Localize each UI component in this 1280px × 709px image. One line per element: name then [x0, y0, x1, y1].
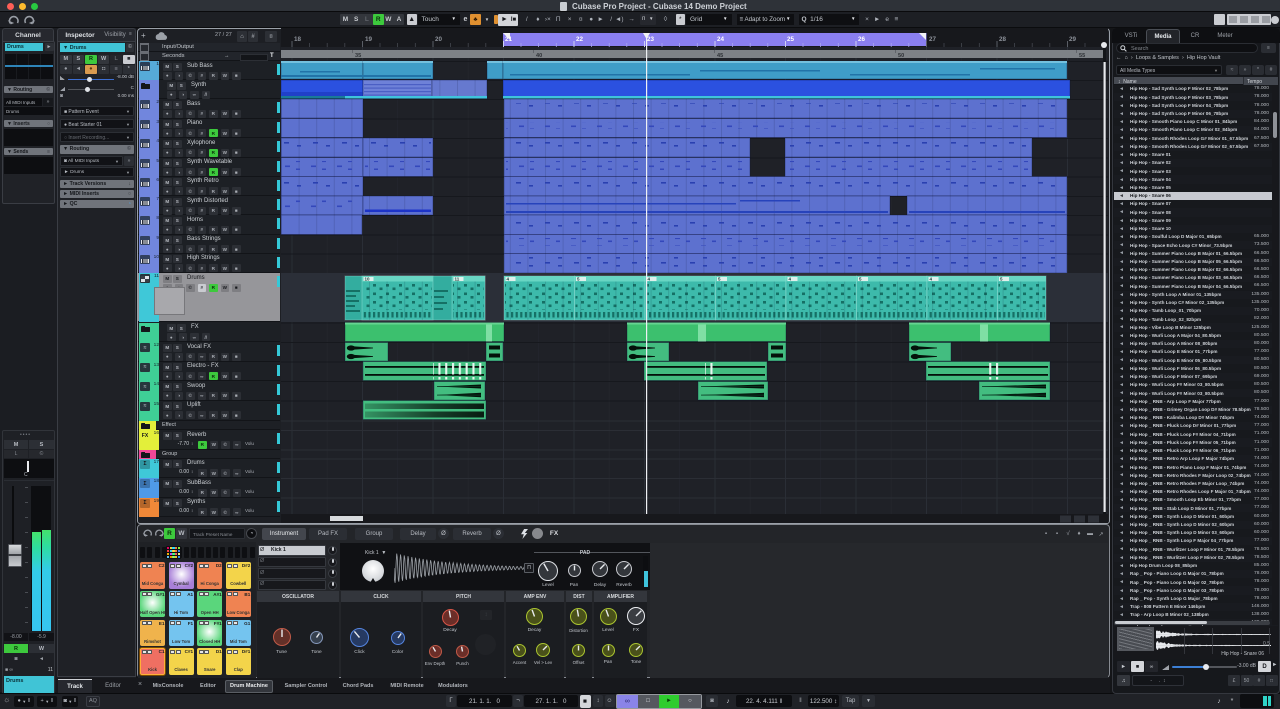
svg-text:11: 11: [455, 277, 460, 282]
svg-text:40: 40: [536, 53, 542, 59]
svg-text:25: 25: [787, 36, 795, 43]
svg-text:20: 20: [435, 36, 443, 43]
svg-text:24: 24: [717, 36, 725, 43]
svg-text:22: 22: [576, 36, 584, 43]
svg-text:28: 28: [999, 36, 1007, 43]
svg-text:10: 10: [365, 277, 371, 282]
svg-text:55: 55: [1079, 53, 1085, 59]
svg-text:26: 26: [858, 36, 866, 43]
svg-text:23: 23: [647, 36, 655, 43]
svg-text:18: 18: [294, 36, 302, 43]
svg-text:45: 45: [717, 53, 723, 59]
svg-text:29: 29: [1069, 36, 1077, 43]
svg-text:21: 21: [505, 36, 513, 43]
svg-text:27: 27: [929, 36, 937, 43]
svg-text:19: 19: [365, 36, 373, 43]
svg-text:50: 50: [898, 53, 904, 59]
svg-text:35: 35: [355, 53, 361, 59]
